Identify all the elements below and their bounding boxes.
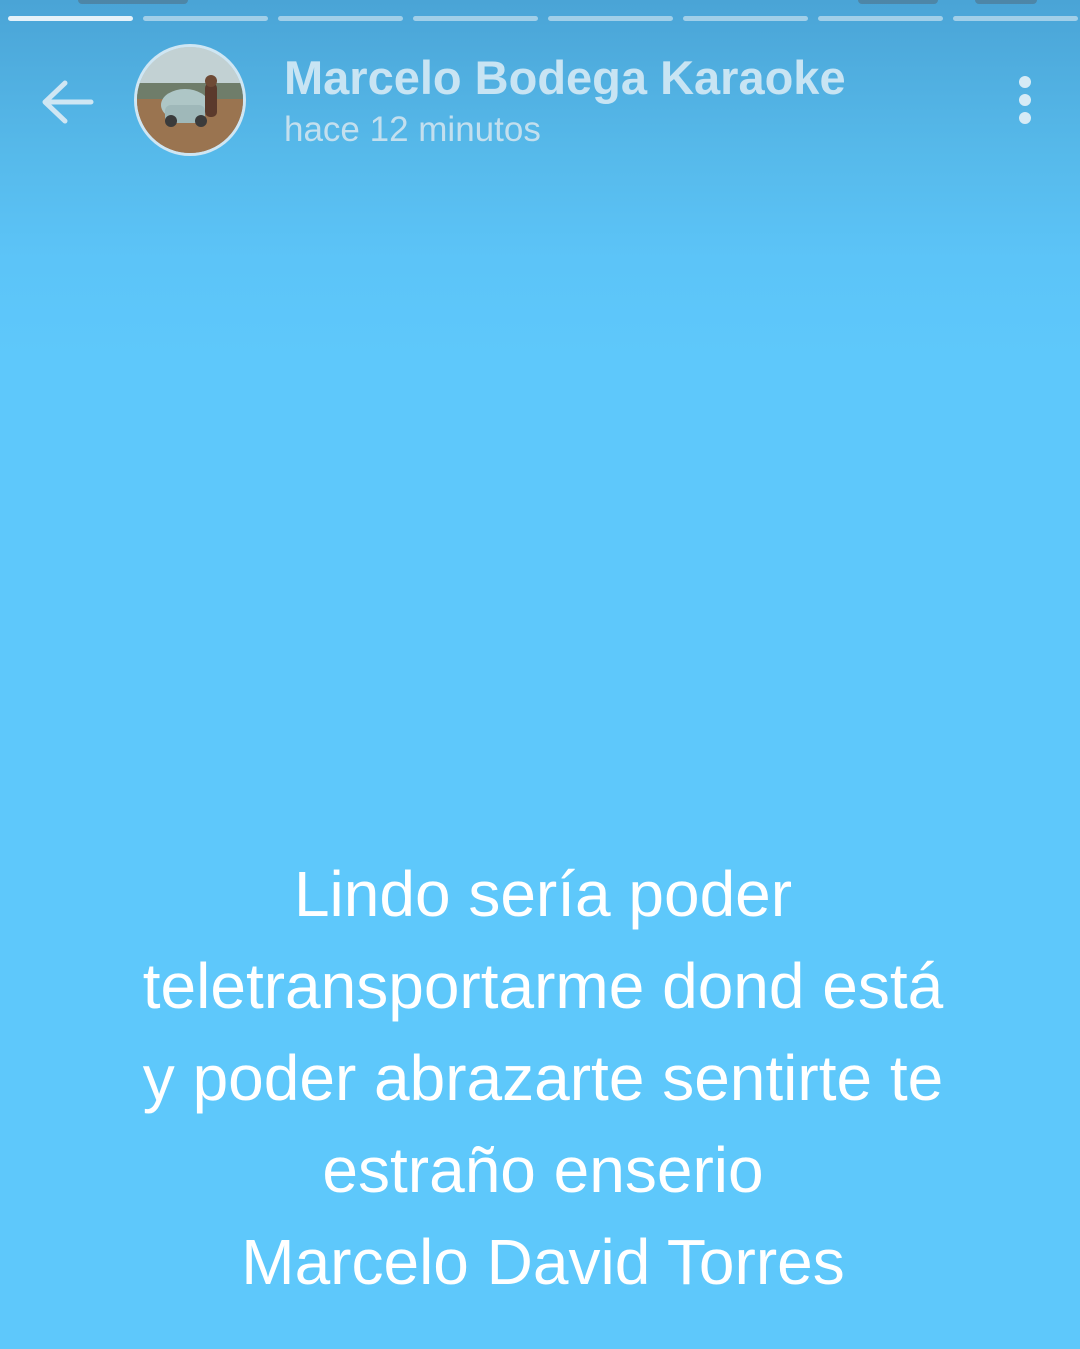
story-progress-segment [143, 16, 268, 21]
status-bar-fragment [858, 0, 938, 4]
story-progress-segment [818, 16, 943, 21]
story-progress-segment [683, 16, 808, 21]
story-timestamp: hace 12 minutos [284, 110, 541, 149]
status-story-viewer[interactable]: Marcelo Bodega Karaoke hace 12 minutos L… [0, 0, 1080, 1349]
back-button[interactable] [30, 68, 102, 140]
contact-name[interactable]: Marcelo Bodega Karaoke [284, 50, 846, 106]
avatar[interactable] [134, 44, 246, 156]
message-line: Marcelo David Torres [241, 1226, 845, 1298]
story-progress-bar [8, 16, 1078, 22]
status-bar-fragment [975, 0, 1037, 4]
story-progress-segment [8, 16, 133, 21]
message-line: y poder abrazarte sentirte te [142, 1042, 944, 1114]
story-progress-segment [953, 16, 1078, 21]
story-progress-segment [548, 16, 673, 21]
status-bar-fragment [78, 0, 188, 4]
message-line: teletransportarme dond está [142, 950, 944, 1022]
story-progress-segment [278, 16, 403, 21]
arrow-left-icon [37, 77, 95, 132]
story-text-message: Lindo sería poder teletransportarme dond… [60, 848, 1026, 1308]
avatar-photo [137, 47, 243, 153]
story-progress-segment [413, 16, 538, 21]
more-vert-icon [1015, 74, 1035, 131]
story-header: Marcelo Bodega Karaoke hace 12 minutos [0, 36, 1080, 176]
message-line: Lindo sería poder [293, 858, 793, 930]
message-line: estraño enserio [322, 1134, 764, 1206]
story-title-block: Marcelo Bodega Karaoke hace 12 minutos [284, 50, 846, 152]
more-options-button[interactable] [1002, 72, 1048, 132]
